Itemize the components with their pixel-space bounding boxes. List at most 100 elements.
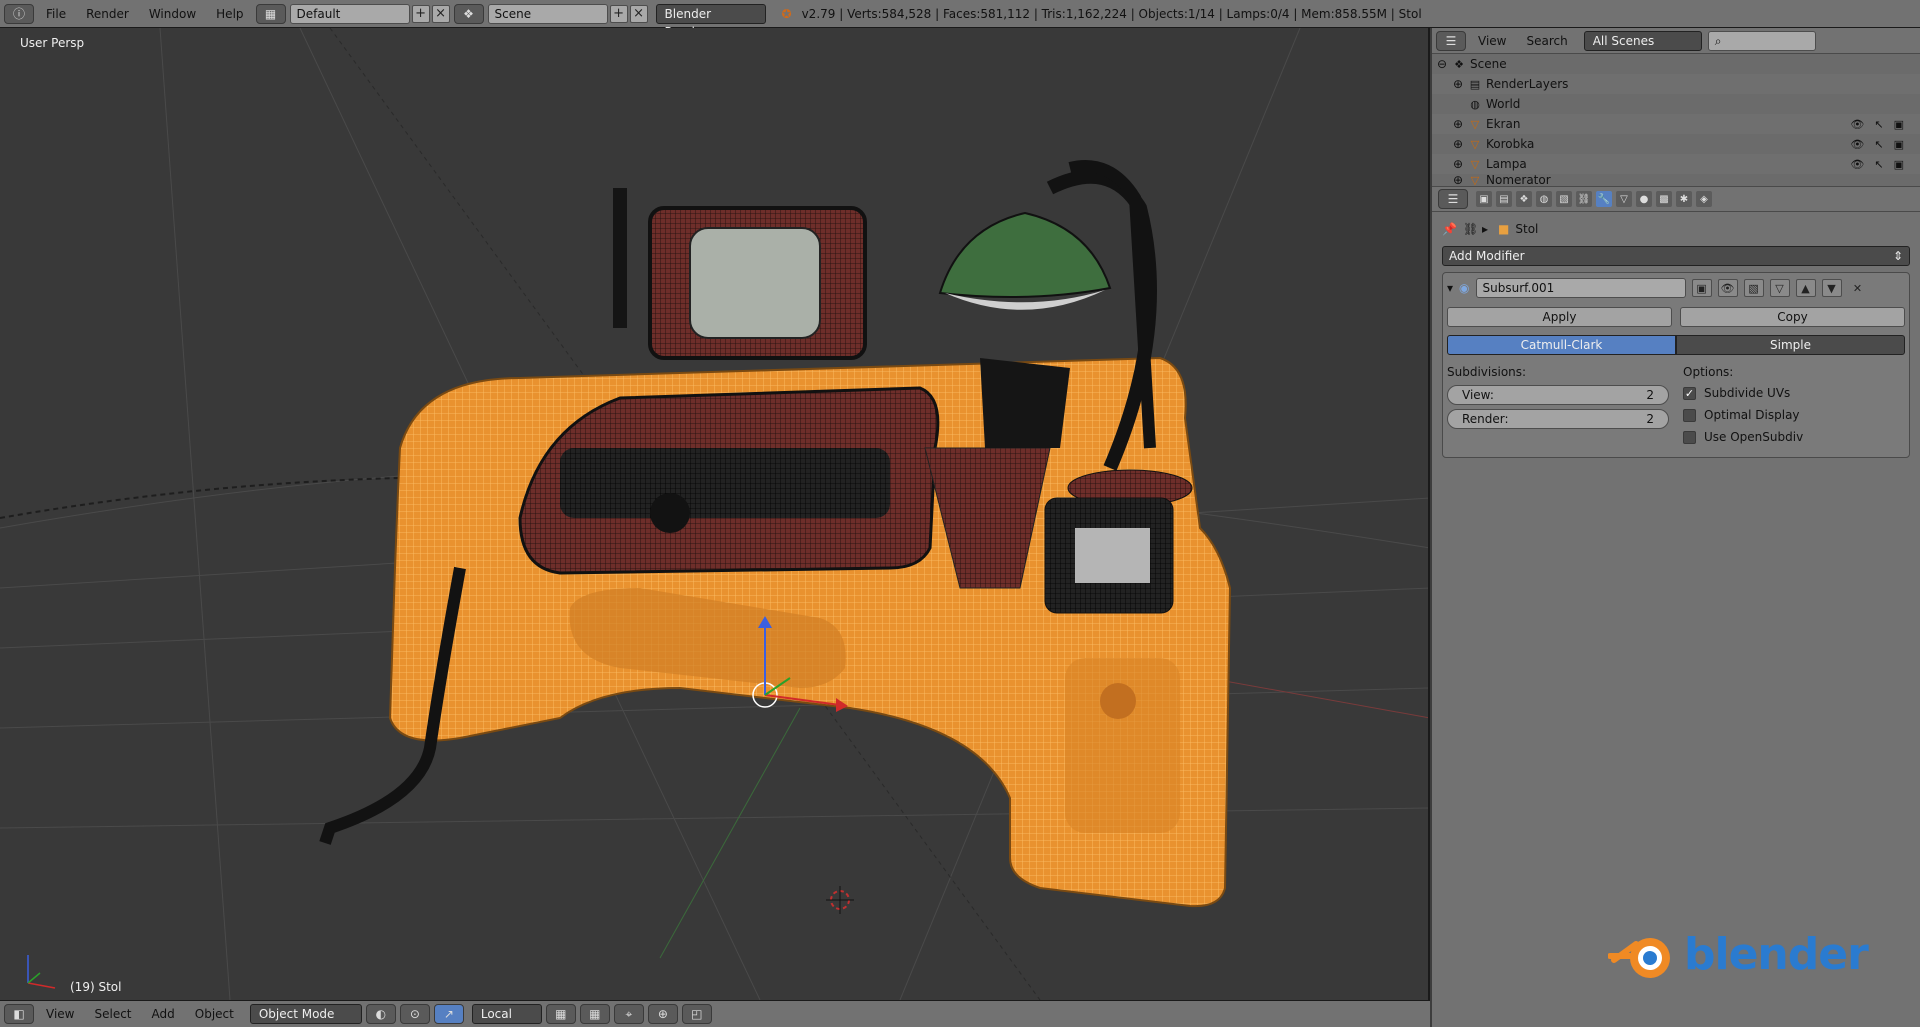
editmode-toggle-icon[interactable]: ▧ <box>1743 279 1764 297</box>
viewport-toggle-icon[interactable]: 👁 <box>1717 279 1738 297</box>
catmull-clark-option[interactable]: Catmull-Clark <box>1447 335 1676 355</box>
mesh-icon: ▽ <box>1470 137 1480 151</box>
scene-icon[interactable]: ❖ <box>453 3 484 24</box>
constraints-tab-icon[interactable]: ⛓ <box>1576 191 1592 207</box>
outliner-row-lampa[interactable]: ⊕ ▽ Lampa 👁 ↖ ▣ <box>1432 154 1920 174</box>
close-icon[interactable]: ✕ <box>1848 279 1868 297</box>
breadcrumb: 📌 ⛓ ▸ ■ Stol <box>1442 218 1910 240</box>
layout-field[interactable]: Default <box>289 3 410 24</box>
outliner-display-dropdown[interactable]: All Scenes <box>1583 30 1702 51</box>
move-down-icon[interactable]: ▼ <box>1821 279 1842 297</box>
3d-view-editor-icon[interactable]: ◧ <box>4 1004 34 1024</box>
add-scene-button[interactable]: + <box>609 4 628 23</box>
shading-icon[interactable]: ◐ <box>365 1004 396 1024</box>
modifier-name-field[interactable]: Subsurf.001 <box>1475 278 1686 298</box>
layout-icon[interactable]: ▦ <box>255 3 286 24</box>
outliner-menu-search[interactable]: Search <box>1518 30 1575 52</box>
menu-window[interactable]: Window <box>141 3 204 25</box>
menu-file[interactable]: File <box>38 3 74 25</box>
modifiers-tab-icon[interactable]: 🔧 <box>1596 191 1612 207</box>
eye-icon[interactable]: 👁 <box>1850 158 1864 171</box>
view-subdivisions-field[interactable]: View: 2 <box>1447 385 1669 405</box>
subdivisions-label: Subdivisions: <box>1447 365 1527 379</box>
outliner-row-ekran[interactable]: ⊕ ▽ Ekran 👁 ↖ ▣ <box>1432 114 1920 134</box>
outliner-menu-view[interactable]: View <box>1470 30 1514 52</box>
object-tab-icon[interactable]: ▧ <box>1556 191 1572 207</box>
cursor-icon[interactable]: ↖ <box>1874 158 1883 171</box>
top-info-bar: ⓘ File Render Window Help ▦ Default + × … <box>0 0 1920 39</box>
mode-dropdown[interactable]: Object Mode <box>249 1004 362 1024</box>
properties-editor-icon[interactable]: ☰ <box>1438 189 1468 209</box>
outliner-row-renderlayers[interactable]: ⊕ ▤ RenderLayers <box>1432 74 1920 94</box>
scene-render <box>0 28 1428 1000</box>
particles-tab-icon[interactable]: ✱ <box>1676 191 1692 207</box>
expand-icon[interactable]: ⊕ <box>1452 77 1464 91</box>
camera-icon[interactable]: ▣ <box>1894 158 1904 171</box>
simple-option[interactable]: Simple <box>1676 335 1905 355</box>
lock-icon[interactable]: ⌖ <box>613 1004 644 1024</box>
viewport-header: ◧ View Select Add Object Object Mode ◐ ⊙… <box>0 1000 1430 1027</box>
cursor-icon[interactable]: ↖ <box>1874 138 1883 151</box>
render-toggle-icon[interactable]: ▣ <box>1691 279 1712 297</box>
expand-icon[interactable]: ⊕ <box>1452 174 1464 186</box>
texture-tab-icon[interactable]: ▩ <box>1656 191 1672 207</box>
apply-button[interactable]: Apply <box>1447 307 1672 327</box>
eye-icon[interactable]: 👁 <box>1850 118 1864 131</box>
outliner-row-world[interactable]: ◍ World <box>1432 94 1920 114</box>
copy-button[interactable]: Copy <box>1680 307 1905 327</box>
world-tab-icon[interactable]: ◍ <box>1536 191 1552 207</box>
menu-help[interactable]: Help <box>208 3 251 25</box>
collapse-modifier-icon[interactable]: ▾ <box>1447 281 1453 295</box>
pin-icon[interactable]: 📌 <box>1442 222 1457 236</box>
menu-render[interactable]: Render <box>78 3 137 25</box>
camera-icon[interactable]: ▣ <box>1894 138 1904 151</box>
manipulator-icon[interactable]: ↗ <box>433 1004 464 1024</box>
editor-type-button[interactable]: ⓘ <box>4 3 34 24</box>
remove-scene-button[interactable]: × <box>629 4 648 23</box>
outliner-row-korobka[interactable]: ⊕ ▽ Korobka 👁 ↖ ▣ <box>1432 134 1920 154</box>
layers-2-icon[interactable]: ▦ <box>579 1004 610 1024</box>
render-tab-icon[interactable]: ▣ <box>1476 191 1492 207</box>
remove-layout-button[interactable]: × <box>431 4 450 23</box>
outliner-header: ☰ View Search All Scenes ⌕ <box>1432 28 1920 54</box>
menu-add[interactable]: Add <box>144 1003 183 1025</box>
use-opensubdiv-checkbox[interactable]: Use OpenSubdiv <box>1683 427 1905 447</box>
blender-logo-icon: ✪ <box>781 6 792 21</box>
orientation-dropdown[interactable]: Local <box>471 1004 542 1024</box>
data-tab-icon[interactable]: ▽ <box>1616 191 1632 207</box>
outliner-row-scene[interactable]: ⊖ ❖ Scene <box>1432 54 1920 74</box>
physics-tab-icon[interactable]: ◈ <box>1696 191 1712 207</box>
layers-tab-icon[interactable]: ▤ <box>1496 191 1512 207</box>
menu-object[interactable]: Object <box>187 1003 242 1025</box>
cage-toggle-icon[interactable]: ▽ <box>1769 279 1790 297</box>
scene-stats: v2.79 | Verts:584,528 | Faces:581,112 | … <box>801 6 1422 21</box>
material-tab-icon[interactable]: ● <box>1636 191 1652 207</box>
3d-viewport[interactable]: User Persp (19) Stol <box>0 28 1430 1000</box>
eye-icon[interactable]: 👁 <box>1850 138 1864 151</box>
render-engine-dropdown[interactable]: Blender Render <box>655 3 766 39</box>
optimal-display-checkbox[interactable]: Optimal Display <box>1683 405 1905 425</box>
collapse-icon[interactable]: ⊖ <box>1436 57 1448 71</box>
outliner-search-input[interactable]: ⌕ <box>1707 30 1816 51</box>
move-up-icon[interactable]: ▲ <box>1795 279 1816 297</box>
outliner-row-nomerator[interactable]: ⊕ ▽ Nomerator <box>1432 174 1920 186</box>
outliner-editor-icon[interactable]: ☰ <box>1436 30 1466 51</box>
expand-icon[interactable]: ⊕ <box>1452 157 1464 171</box>
expand-icon[interactable]: ⊕ <box>1452 117 1464 131</box>
pivot-icon[interactable]: ⊙ <box>399 1004 430 1024</box>
expand-icon[interactable]: ⊕ <box>1452 137 1464 151</box>
render-icon[interactable]: ◰ <box>681 1004 712 1024</box>
snap-icon[interactable]: ⊕ <box>647 1004 678 1024</box>
object-name: Stol <box>1515 222 1539 236</box>
camera-icon[interactable]: ▣ <box>1894 118 1904 131</box>
scene-field[interactable]: Scene <box>487 3 608 24</box>
add-modifier-dropdown[interactable]: Add Modifier ⇕ <box>1442 246 1910 266</box>
cursor-icon[interactable]: ↖ <box>1874 118 1883 131</box>
scene-tab-icon[interactable]: ❖ <box>1516 191 1532 207</box>
add-layout-button[interactable]: + <box>411 4 430 23</box>
menu-view[interactable]: View <box>38 1003 82 1025</box>
render-subdivisions-field[interactable]: Render: 2 <box>1447 409 1669 429</box>
menu-select[interactable]: Select <box>86 1003 139 1025</box>
layers-icon[interactable]: ▦ <box>545 1004 576 1024</box>
subdivide-uvs-checkbox[interactable]: ✓ Subdivide UVs <box>1683 383 1905 403</box>
